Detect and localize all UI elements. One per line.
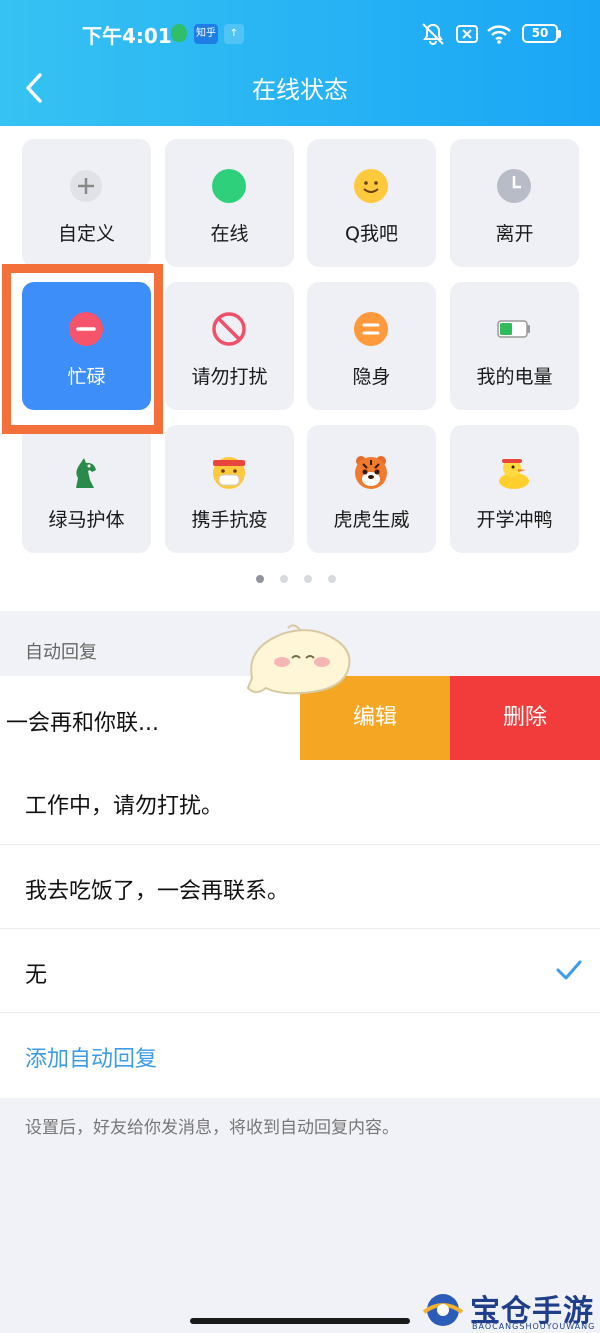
status-label: 隐身 xyxy=(352,366,391,388)
status-tile-online[interactable]: 在线 xyxy=(165,139,294,267)
clock-icon xyxy=(497,169,531,203)
watermark-logo-icon xyxy=(422,1294,464,1326)
site-watermark: 宝仓手游网 BAOCANGSHOUYOUWANG xyxy=(410,1286,600,1333)
status-bar: 下午4:01 知乎 ↑ 50 xyxy=(0,18,600,50)
mute-bell-icon xyxy=(422,23,444,45)
status-tile-dnd[interactable]: 请勿打扰 xyxy=(165,282,294,410)
status-tile-invisible[interactable]: 隐身 xyxy=(307,282,436,410)
busy-minus-icon xyxy=(69,312,103,346)
status-label: 离开 xyxy=(495,223,534,245)
auto-reply-text: 无 xyxy=(25,963,48,988)
auto-reply-text: 我去吃饭了，一会再联系。 xyxy=(25,879,290,904)
page-dot[interactable] xyxy=(328,575,336,583)
status-label: 自定义 xyxy=(57,223,115,245)
status-label: Q我吧 xyxy=(345,223,398,245)
upload-icon: ↑ xyxy=(224,24,244,44)
status-label: 忙碌 xyxy=(67,366,106,388)
duck-icon xyxy=(499,459,529,489)
page-dot[interactable] xyxy=(304,575,312,583)
battery-icon xyxy=(497,320,530,338)
status-tile-green-horse[interactable]: 绿马护体 xyxy=(22,425,151,553)
status-label: 我的电量 xyxy=(476,366,553,388)
auto-reply-section-label: 自动回复 xyxy=(25,642,97,663)
page-title: 在线状态 xyxy=(252,76,348,104)
status-tile-away[interactable]: 离开 xyxy=(450,139,579,267)
add-auto-reply-label: 添加自动回复 xyxy=(25,1047,158,1072)
status-tile-custom[interactable]: 自定义 xyxy=(22,139,151,267)
tiger-icon xyxy=(355,456,387,489)
battery-indicator: 50 xyxy=(522,24,561,43)
watermark-subtext: BAOCANGSHOUYOUWANG xyxy=(472,1322,596,1331)
auto-reply-footnote: 设置后，好友给你发消息，将收到自动回复内容。 xyxy=(25,1118,399,1138)
status-tile-q-me[interactable]: Q我吧 xyxy=(307,139,436,267)
add-auto-reply-button[interactable]: 添加自动回复 xyxy=(0,1012,600,1098)
zhihu-app-icon: 知乎 xyxy=(194,24,218,44)
status-label: 开学冲鸭 xyxy=(476,509,553,531)
wifi-icon xyxy=(487,25,511,44)
mascot-ghost-icon xyxy=(246,624,351,695)
plus-icon xyxy=(70,170,102,202)
status-tile-fight-epidemic[interactable]: 携手抗疫 xyxy=(165,425,294,553)
auto-reply-item-none[interactable]: 无 xyxy=(0,928,600,1012)
status-label: 绿马护体 xyxy=(48,509,125,531)
status-label: 虎虎生威 xyxy=(333,509,410,531)
invisible-equals-icon xyxy=(354,312,388,346)
delete-button[interactable]: 删除 xyxy=(450,676,600,760)
green-horse-icon xyxy=(76,458,96,488)
status-tile-tiger[interactable]: 虎虎生威 xyxy=(307,425,436,553)
status-tile-busy[interactable]: 忙碌 xyxy=(22,282,151,410)
status-label: 携手抗疫 xyxy=(191,509,268,531)
status-tile-battery[interactable]: 我的电量 xyxy=(450,282,579,410)
auto-reply-item[interactable]: 工作中，请勿打扰。 xyxy=(0,760,600,844)
page-dot-active[interactable] xyxy=(256,575,264,583)
auto-reply-list: 工作中，请勿打扰。 我去吃饭了，一会再联系。 无 添加自动回复 xyxy=(0,760,600,1098)
sim-off-icon xyxy=(456,25,478,43)
header-bar: 下午4:01 知乎 ↑ 50 在线状态 xyxy=(0,0,600,126)
auto-reply-text: 工作中，请勿打扰。 xyxy=(25,794,224,819)
no-entry-icon xyxy=(212,312,246,346)
auto-reply-item[interactable]: 我去吃饭了，一会再联系。 xyxy=(0,844,600,928)
status-time: 下午4:01 xyxy=(82,24,172,48)
shield-icon xyxy=(171,24,187,42)
status-tile-duck[interactable]: 开学冲鸭 xyxy=(450,425,579,553)
home-indicator[interactable] xyxy=(190,1318,410,1324)
status-label: 请勿打扰 xyxy=(191,366,268,388)
smile-icon xyxy=(354,169,388,203)
page-dot[interactable] xyxy=(280,575,288,583)
status-label: 在线 xyxy=(210,223,249,245)
online-dot-icon xyxy=(212,169,246,203)
auto-reply-text: 一会再和你联... xyxy=(6,711,159,736)
mask-face-icon xyxy=(213,457,245,489)
checkmark-icon xyxy=(556,960,582,980)
